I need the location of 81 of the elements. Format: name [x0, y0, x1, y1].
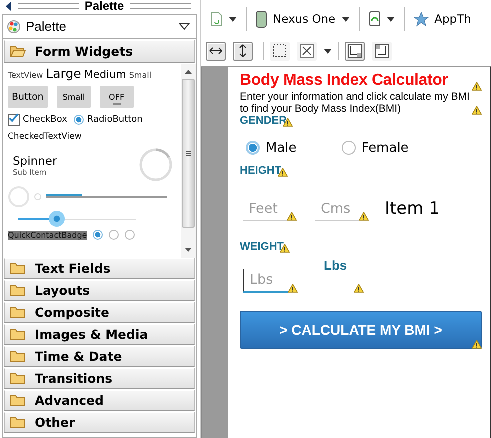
caret-icon[interactable] [342, 16, 350, 22]
large-text-sample[interactable]: Large [46, 66, 82, 81]
dropdown-arrow-icon [179, 23, 190, 30]
radio-label: RadioButton [87, 115, 143, 125]
caret-icon[interactable] [229, 16, 237, 22]
button-sample[interactable]: Small [56, 86, 92, 108]
category-header[interactable]: Images & Media [4, 324, 195, 345]
warning-icon [359, 212, 369, 220]
checkbox[interactable] [8, 114, 20, 126]
category-header[interactable]: Time & Date [4, 346, 195, 367]
warning-icon [287, 212, 297, 220]
horizontal-arrows-icon [209, 46, 223, 56]
folder-icon [10, 416, 26, 429]
category-header[interactable]: Text Fields [4, 258, 195, 279]
fit-height-button[interactable] [233, 42, 253, 60]
warning-icon [288, 284, 298, 293]
folder-icon [10, 350, 26, 363]
medium-text-sample[interactable]: Medium [84, 69, 126, 81]
weight-label: WEIGHT [240, 241, 284, 253]
category-header[interactable]: Layouts [4, 280, 195, 301]
theme-name[interactable]: AppTh [434, 12, 472, 26]
scroll-up-icon[interactable] [185, 70, 192, 74]
calculate-button[interactable]: > CALCULATE MY BMI > [240, 311, 482, 349]
star-icon [414, 12, 429, 26]
new-config-button[interactable] [211, 12, 223, 26]
button-sample[interactable]: Button [8, 86, 48, 108]
vertical-arrows-icon [238, 44, 248, 58]
weight-unit: Lbs [324, 258, 348, 273]
height-input-field[interactable]: Cms [315, 198, 359, 220]
category-header[interactable]: Transitions [4, 368, 195, 389]
radio-button[interactable] [74, 115, 84, 125]
layout-button[interactable] [345, 42, 365, 60]
checkbox-label: CheckBox [23, 115, 68, 125]
category-header[interactable]: Other [4, 412, 195, 433]
select-all-button[interactable] [270, 42, 290, 60]
spinner-value[interactable]: Item 1 [385, 199, 440, 219]
rotate-icon[interactable] [368, 11, 381, 27]
folder-icon [10, 328, 26, 341]
gender-label: GENDER [240, 115, 288, 127]
zoom-fit-button[interactable] [297, 42, 317, 60]
category-header[interactable]: Advanced [4, 390, 195, 411]
radio-button[interactable] [125, 230, 136, 240]
folder-icon [10, 394, 26, 407]
palette-dropdown[interactable]: Palette [3, 15, 196, 39]
warning-icon [354, 284, 364, 293]
small-text-sample[interactable]: Small [129, 71, 152, 80]
device-name[interactable]: Nexus One [273, 12, 336, 26]
panel-title: Palette [84, 0, 124, 13]
folder-icon [10, 262, 26, 275]
folder-icon [10, 284, 26, 297]
height-input-field[interactable]: Feet [243, 198, 287, 220]
intro-text: Enter your information and click calculate my BMI to find your Body Mass Index(BMI) [240, 91, 471, 115]
spinner-title[interactable]: Spinner [13, 154, 58, 168]
toggle-button[interactable]: OFF [100, 86, 134, 108]
category-header[interactable]: Composite [4, 302, 195, 323]
warning-icon [472, 106, 482, 115]
scroll-down-icon[interactable] [185, 248, 192, 252]
scrollbar[interactable] [181, 64, 196, 258]
layout-alt-button[interactable] [372, 42, 392, 60]
gender-radio-option[interactable]: Female [342, 131, 409, 165]
category-header[interactable]: Form Widgets [4, 40, 195, 63]
folder-icon [10, 372, 26, 385]
checked-text-view-sample[interactable]: CheckedTextView [8, 132, 82, 142]
radio-button[interactable] [109, 230, 120, 240]
gender-radio-option[interactable]: Male [246, 131, 297, 165]
textview-sample[interactable]: TextView [8, 71, 44, 80]
collapse-icon[interactable] [6, 2, 12, 10]
warning-icon [472, 82, 482, 91]
weight-input-field[interactable]: Lbs [243, 269, 288, 293]
warning-icon [472, 340, 482, 349]
height-label: HEIGHT [240, 165, 282, 177]
fit-width-button[interactable] [206, 42, 226, 60]
radio-button[interactable] [93, 230, 104, 240]
phone-icon [256, 10, 267, 28]
caret-icon[interactable] [324, 48, 332, 54]
quick-contact-badge-sample[interactable]: QuickContactBadge [8, 230, 88, 240]
palette-icon [7, 20, 21, 34]
folder-icon [10, 45, 26, 58]
app-title: Body Mass Index Calculator [240, 71, 448, 91]
folder-icon [10, 306, 26, 319]
caret-icon[interactable] [386, 16, 395, 22]
